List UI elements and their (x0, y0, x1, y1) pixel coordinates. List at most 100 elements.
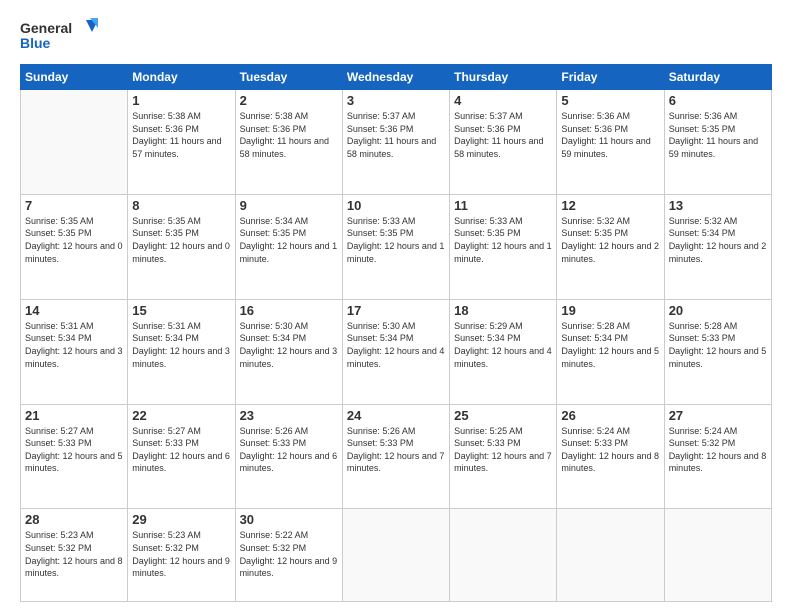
calendar-cell: 29 Sunrise: 5:23 AMSunset: 5:32 PMDayligh… (128, 509, 235, 602)
calendar-cell: 21Sunrise: 5:27 AMSunset: 5:33 PMDayligh… (21, 404, 128, 509)
day-number: 4 (454, 93, 552, 108)
day-number: 27 (669, 408, 767, 423)
weekday-header-monday: Monday (128, 65, 235, 90)
day-number: 15 (132, 303, 230, 318)
calendar-cell: 18 Sunrise: 5:29 AMSunset: 5:34 PMDayligh… (450, 299, 557, 404)
calendar-cell: 12Sunrise: 5:32 AMSunset: 5:35 PMDayligh… (557, 194, 664, 299)
calendar-cell: 26 Sunrise: 5:24 AMSunset: 5:33 PMDayligh… (557, 404, 664, 509)
calendar-cell: 16 Sunrise: 5:30 AMSunset: 5:34 PMDayligh… (235, 299, 342, 404)
calendar-week-row: 21Sunrise: 5:27 AMSunset: 5:33 PMDayligh… (21, 404, 772, 509)
cell-info: Sunrise: 5:37 AMSunset: 5:36 PMDaylight:… (347, 110, 445, 160)
calendar-cell: 15 Sunrise: 5:31 AMSunset: 5:34 PMDayligh… (128, 299, 235, 404)
calendar-cell (21, 90, 128, 195)
cell-info: Sunrise: 5:34 AMSunset: 5:35 PMDaylight:… (240, 215, 338, 265)
cell-info: Sunrise: 5:37 AMSunset: 5:36 PMDaylight:… (454, 110, 552, 160)
logo: GeneralBlue (20, 18, 100, 54)
cell-info: Sunrise: 5:24 AMSunset: 5:33 PMDaylight:… (561, 425, 659, 475)
cell-info: Sunrise: 5:36 AMSunset: 5:35 PMDaylight:… (669, 110, 767, 160)
day-number: 2 (240, 93, 338, 108)
weekday-header-saturday: Saturday (664, 65, 771, 90)
calendar-cell (342, 509, 449, 602)
day-number: 29 (132, 512, 230, 527)
day-number: 17 (347, 303, 445, 318)
svg-text:Blue: Blue (20, 35, 51, 51)
calendar-cell: 13 Sunrise: 5:32 AMSunset: 5:34 PMDayligh… (664, 194, 771, 299)
calendar-cell: 2 Sunrise: 5:38 AMSunset: 5:36 PMDaylight… (235, 90, 342, 195)
weekday-header-tuesday: Tuesday (235, 65, 342, 90)
calendar-cell: 8 Sunrise: 5:35 AMSunset: 5:35 PMDaylight… (128, 194, 235, 299)
day-number: 24 (347, 408, 445, 423)
header: GeneralBlue (20, 18, 772, 54)
weekday-header-sunday: Sunday (21, 65, 128, 90)
calendar-week-row: 1 Sunrise: 5:38 AMSunset: 5:36 PMDaylight… (21, 90, 772, 195)
weekday-header-wednesday: Wednesday (342, 65, 449, 90)
weekday-header-row: SundayMondayTuesdayWednesdayThursdayFrid… (21, 65, 772, 90)
calendar-cell: 5Sunrise: 5:36 AMSunset: 5:36 PMDaylight… (557, 90, 664, 195)
calendar-cell: 6Sunrise: 5:36 AMSunset: 5:35 PMDaylight… (664, 90, 771, 195)
cell-info: Sunrise: 5:31 AMSunset: 5:34 PMDaylight:… (25, 320, 123, 370)
calendar-cell: 10 Sunrise: 5:33 AMSunset: 5:35 PMDayligh… (342, 194, 449, 299)
weekday-header-friday: Friday (557, 65, 664, 90)
day-number: 7 (25, 198, 123, 213)
cell-info: Sunrise: 5:28 AMSunset: 5:34 PMDaylight:… (561, 320, 659, 370)
page: GeneralBlue SundayMondayTuesdayWednesday… (0, 0, 792, 612)
day-number: 12 (561, 198, 659, 213)
cell-info: Sunrise: 5:36 AMSunset: 5:36 PMDaylight:… (561, 110, 659, 160)
day-number: 8 (132, 198, 230, 213)
calendar-cell: 9 Sunrise: 5:34 AMSunset: 5:35 PMDaylight… (235, 194, 342, 299)
day-number: 11 (454, 198, 552, 213)
calendar-week-row: 28 Sunrise: 5:23 AMSunset: 5:32 PMDayligh… (21, 509, 772, 602)
calendar-cell: 11 Sunrise: 5:33 AMSunset: 5:35 PMDayligh… (450, 194, 557, 299)
day-number: 21 (25, 408, 123, 423)
calendar-cell: 28 Sunrise: 5:23 AMSunset: 5:32 PMDayligh… (21, 509, 128, 602)
day-number: 26 (561, 408, 659, 423)
calendar-cell (557, 509, 664, 602)
cell-info: Sunrise: 5:28 AMSunset: 5:33 PMDaylight:… (669, 320, 767, 370)
cell-info: Sunrise: 5:22 AMSunset: 5:32 PMDaylight:… (240, 529, 338, 579)
calendar-cell: 19 Sunrise: 5:28 AMSunset: 5:34 PMDayligh… (557, 299, 664, 404)
cell-info: Sunrise: 5:35 AMSunset: 5:35 PMDaylight:… (132, 215, 230, 265)
svg-text:General: General (20, 20, 72, 36)
cell-info: Sunrise: 5:38 AMSunset: 5:36 PMDaylight:… (240, 110, 338, 160)
cell-info: Sunrise: 5:32 AMSunset: 5:34 PMDaylight:… (669, 215, 767, 265)
cell-info: Sunrise: 5:26 AMSunset: 5:33 PMDaylight:… (347, 425, 445, 475)
calendar-week-row: 7 Sunrise: 5:35 AMSunset: 5:35 PMDaylight… (21, 194, 772, 299)
logo-svg: GeneralBlue (20, 18, 100, 54)
cell-info: Sunrise: 5:25 AMSunset: 5:33 PMDaylight:… (454, 425, 552, 475)
cell-info: Sunrise: 5:38 AMSunset: 5:36 PMDaylight:… (132, 110, 230, 160)
day-number: 9 (240, 198, 338, 213)
day-number: 23 (240, 408, 338, 423)
cell-info: Sunrise: 5:33 AMSunset: 5:35 PMDaylight:… (454, 215, 552, 265)
calendar-cell: 27 Sunrise: 5:24 AMSunset: 5:32 PMDayligh… (664, 404, 771, 509)
calendar-table: SundayMondayTuesdayWednesdayThursdayFrid… (20, 64, 772, 602)
day-number: 16 (240, 303, 338, 318)
cell-info: Sunrise: 5:23 AMSunset: 5:32 PMDaylight:… (132, 529, 230, 579)
calendar-cell (450, 509, 557, 602)
day-number: 3 (347, 93, 445, 108)
cell-info: Sunrise: 5:23 AMSunset: 5:32 PMDaylight:… (25, 529, 123, 579)
cell-info: Sunrise: 5:33 AMSunset: 5:35 PMDaylight:… (347, 215, 445, 265)
day-number: 1 (132, 93, 230, 108)
day-number: 13 (669, 198, 767, 213)
calendar-cell (664, 509, 771, 602)
day-number: 19 (561, 303, 659, 318)
cell-info: Sunrise: 5:29 AMSunset: 5:34 PMDaylight:… (454, 320, 552, 370)
cell-info: Sunrise: 5:30 AMSunset: 5:34 PMDaylight:… (347, 320, 445, 370)
day-number: 28 (25, 512, 123, 527)
day-number: 25 (454, 408, 552, 423)
day-number: 10 (347, 198, 445, 213)
calendar-cell: 4 Sunrise: 5:37 AMSunset: 5:36 PMDaylight… (450, 90, 557, 195)
calendar-cell: 22Sunrise: 5:27 AMSunset: 5:33 PMDayligh… (128, 404, 235, 509)
calendar-cell: 1 Sunrise: 5:38 AMSunset: 5:36 PMDaylight… (128, 90, 235, 195)
calendar-cell: 17 Sunrise: 5:30 AMSunset: 5:34 PMDayligh… (342, 299, 449, 404)
calendar-cell: 3 Sunrise: 5:37 AMSunset: 5:36 PMDaylight… (342, 90, 449, 195)
calendar-cell: 20Sunrise: 5:28 AMSunset: 5:33 PMDayligh… (664, 299, 771, 404)
calendar-week-row: 14Sunrise: 5:31 AMSunset: 5:34 PMDayligh… (21, 299, 772, 404)
calendar-cell: 14Sunrise: 5:31 AMSunset: 5:34 PMDayligh… (21, 299, 128, 404)
calendar-cell: 25 Sunrise: 5:25 AMSunset: 5:33 PMDayligh… (450, 404, 557, 509)
cell-info: Sunrise: 5:31 AMSunset: 5:34 PMDaylight:… (132, 320, 230, 370)
cell-info: Sunrise: 5:24 AMSunset: 5:32 PMDaylight:… (669, 425, 767, 475)
cell-info: Sunrise: 5:35 AMSunset: 5:35 PMDaylight:… (25, 215, 123, 265)
cell-info: Sunrise: 5:30 AMSunset: 5:34 PMDaylight:… (240, 320, 338, 370)
day-number: 18 (454, 303, 552, 318)
